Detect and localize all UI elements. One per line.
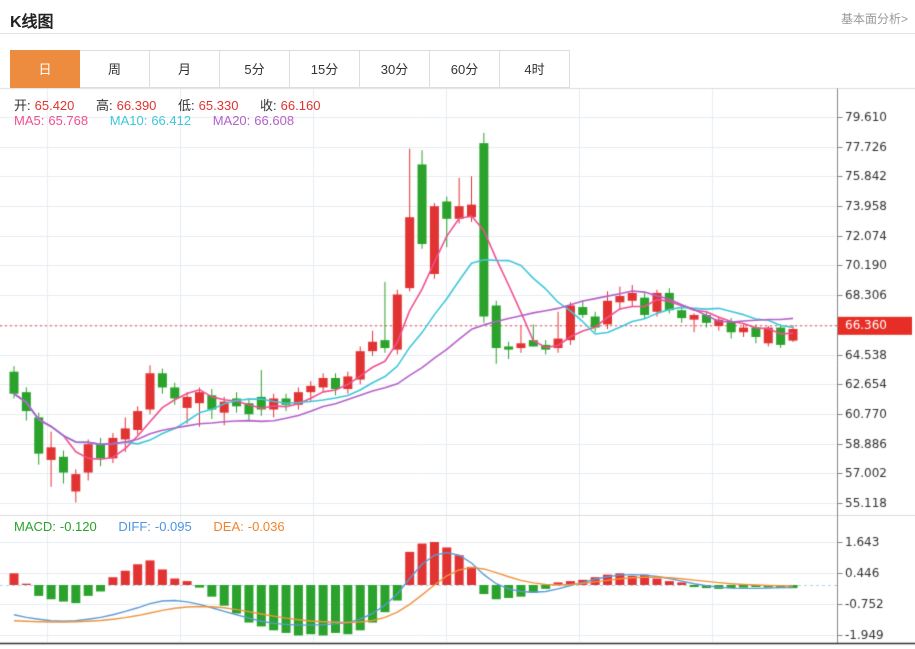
ma20-label: MA20: bbox=[213, 113, 251, 128]
dea-value: -0.036 bbox=[248, 519, 285, 534]
low-value: 65.330 bbox=[199, 98, 239, 113]
ma10-label: MA10: bbox=[110, 113, 148, 128]
ma5-label: MA5: bbox=[14, 113, 44, 128]
diff-value: -0.095 bbox=[155, 519, 192, 534]
kline-widget: K线图 基本面分析> 日 周 月 5分 15分 30分 60分 4时 开: 65.… bbox=[0, 0, 915, 649]
ohlc-info: 开: 65.420 高: 66.390 低: 65.330 收: 66.160 bbox=[14, 95, 324, 114]
high-value: 66.390 bbox=[117, 98, 157, 113]
dea-label: DEA: bbox=[213, 519, 243, 534]
tab-30min[interactable]: 30分 bbox=[360, 50, 430, 88]
macd-value: -0.120 bbox=[60, 519, 97, 534]
low-label: 低: bbox=[178, 98, 195, 113]
macd-info: MACD: -0.120 DIFF: -0.095 DEA: -0.036 bbox=[14, 519, 289, 534]
high-label: 高: bbox=[96, 98, 113, 113]
tab-month[interactable]: 月 bbox=[150, 50, 220, 88]
page-title: K线图 bbox=[10, 8, 54, 32]
tab-5min[interactable]: 5分 bbox=[220, 50, 290, 88]
open-label: 开: bbox=[14, 98, 31, 113]
ma-info: MA5: 65.768 MA10:66.412 MA20:66.608 bbox=[14, 113, 298, 128]
tab-60min[interactable]: 60分 bbox=[430, 50, 500, 88]
tab-4hour[interactable]: 4时 bbox=[500, 50, 570, 88]
ma10-value: 66.412 bbox=[151, 113, 191, 128]
close-value: 66.160 bbox=[281, 98, 321, 113]
interval-tabs: 日 周 月 5分 15分 30分 60分 4时 bbox=[10, 50, 570, 88]
open-value: 65.420 bbox=[35, 98, 75, 113]
diff-label: DIFF: bbox=[118, 519, 151, 534]
tab-day[interactable]: 日 bbox=[10, 50, 80, 88]
macd-label: MACD: bbox=[14, 519, 56, 534]
ma20-value: 66.608 bbox=[254, 113, 294, 128]
tab-week[interactable]: 周 bbox=[80, 50, 150, 88]
close-label: 收: bbox=[260, 98, 277, 113]
header-divider bbox=[0, 33, 915, 34]
tab-15min[interactable]: 15分 bbox=[290, 50, 360, 88]
fundamental-analysis-link[interactable]: 基本面分析> bbox=[841, 10, 908, 27]
ma5-value: 65.768 bbox=[48, 113, 88, 128]
